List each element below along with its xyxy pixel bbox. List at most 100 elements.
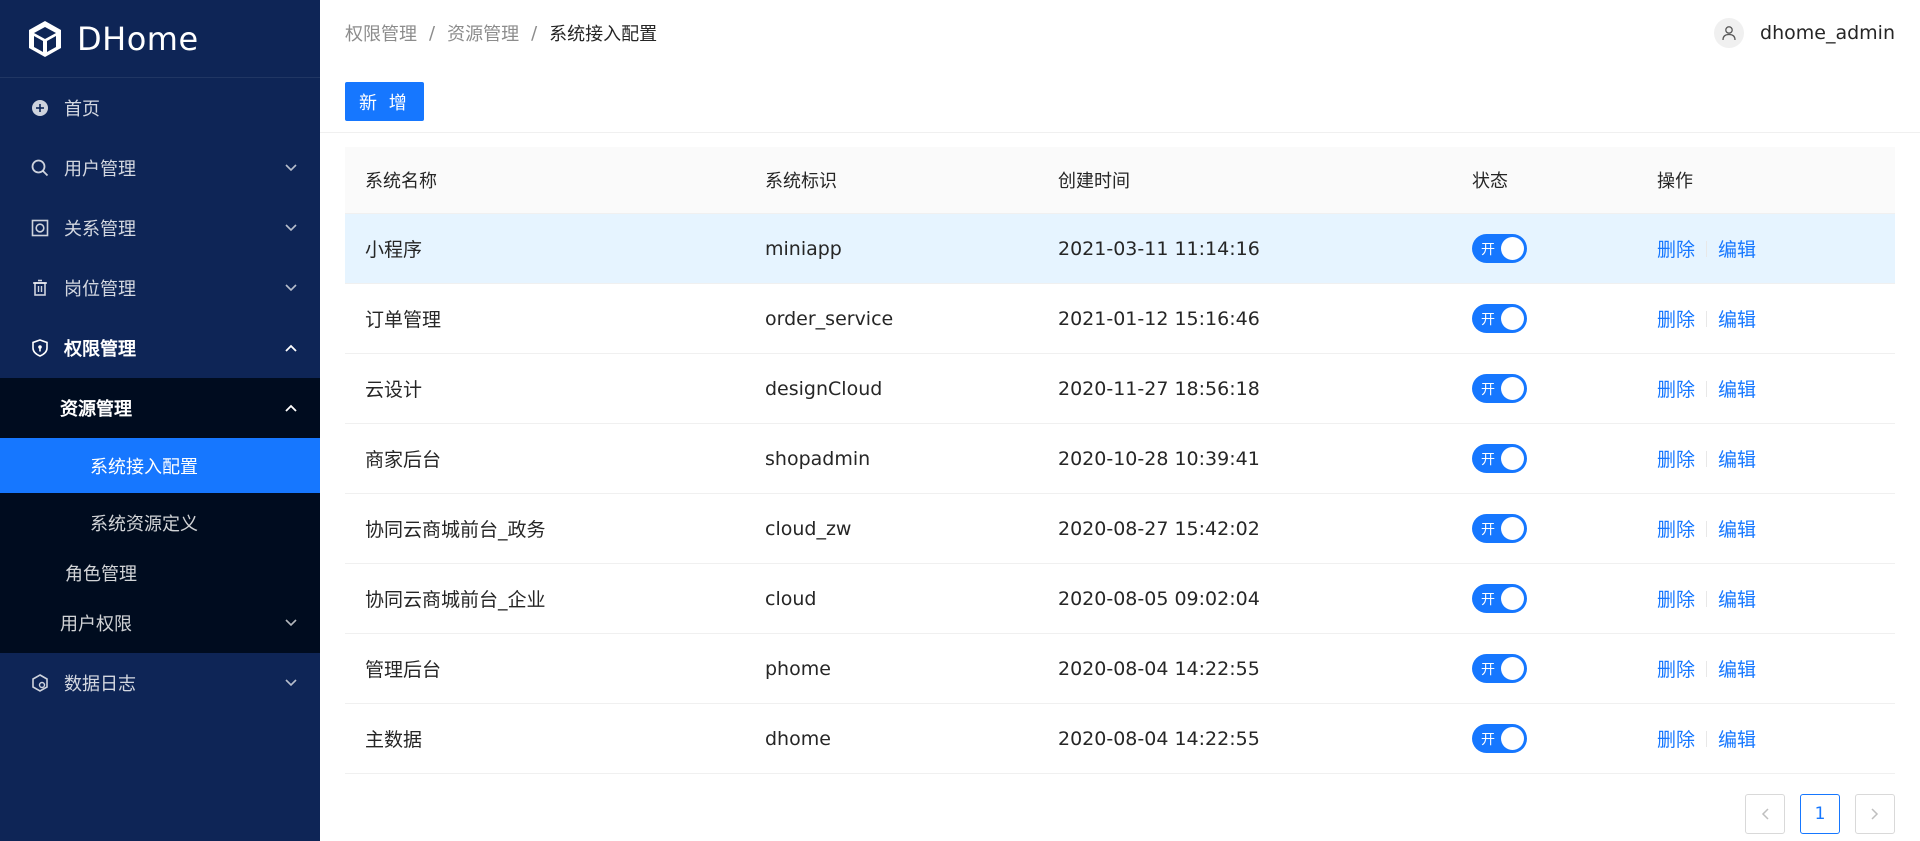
cell-operations: 删除 编辑 [1637,725,1895,752]
table-row[interactable]: 协同云商城前台_政务 cloud_zw 2020-08-27 15:42:02 开 删除… [345,494,1895,564]
table-row[interactable]: 协同云商城前台_企业 cloud 2020-08-05 09:02:04 开 删除 编辑 [345,564,1895,634]
breadcrumb-separator: / [531,22,538,44]
brand-name: DHome [77,19,199,58]
chevron-up-icon [284,401,298,415]
system-table: 系统名称 系统标识 创建时间 状态 操作 小程序 miniapp 2021-03-1… [345,147,1895,774]
sidebar: DHome 首页 用户管理 关系管理 岗位管理 权限管理 资源管理 系统接入配置… [0,0,320,841]
sidebar-item-data-log[interactable]: 数据日志 [0,653,320,713]
cell-operations: 删除 编辑 [1637,655,1895,682]
cell-created-time: 2020-11-27 18:56:18 [1058,377,1260,400]
breadcrumb-current: 系统接入配置 [549,24,658,45]
delete-link[interactable]: 删除 [1657,375,1695,402]
cell-operations: 删除 编辑 [1637,585,1895,612]
column-header-id: 系统标识 [765,171,837,192]
toolbar: 新 增 [345,82,424,121]
operation-divider [1706,450,1708,467]
delete-link[interactable]: 删除 [1657,725,1695,752]
delete-link[interactable]: 删除 [1657,515,1695,542]
edit-link[interactable]: 编辑 [1718,375,1756,402]
sidebar-item-user-permission[interactable]: 用户权限 [0,593,320,653]
sidebar-item-system-resource-definition[interactable]: 系统资源定义 [0,493,320,553]
edit-link[interactable]: 编辑 [1718,235,1756,262]
sidebar-item-post-management[interactable]: 岗位管理 [0,258,320,318]
next-page-button[interactable] [1855,794,1895,834]
status-toggle[interactable]: 开 [1472,514,1527,543]
operation-divider [1706,380,1708,397]
table-row[interactable]: 商家后台 shopadmin 2020-10-28 10:39:41 开 删除 编辑 [345,424,1895,494]
edit-link[interactable]: 编辑 [1718,655,1756,682]
cell-status: 开 [1452,444,1637,473]
status-toggle[interactable]: 开 [1472,304,1527,333]
sidebar-item-resource-management[interactable]: 资源管理 [0,378,320,438]
toggle-knob [1501,377,1524,400]
edit-link[interactable]: 编辑 [1718,305,1756,332]
delete-link[interactable]: 删除 [1657,305,1695,332]
status-toggle[interactable]: 开 [1472,584,1527,613]
chevron-down-icon [284,281,298,295]
sidebar-item-label: 系统资源定义 [90,514,198,535]
column-header-created: 创建时间 [1058,171,1130,192]
sidebar-item-relation-management[interactable]: 关系管理 [0,198,320,258]
prev-page-button[interactable] [1745,794,1785,834]
relation-icon [30,218,50,238]
cell-created-time: 2021-03-11 11:14:16 [1058,237,1260,260]
delete-link[interactable]: 删除 [1657,445,1695,472]
breadcrumb-item-permission[interactable]: 权限管理 [345,20,417,46]
table-row[interactable]: 主数据 dhome 2020-08-04 14:22:55 开 删除 编辑 [345,704,1895,774]
user-avatar-icon [1714,18,1745,48]
toggle-knob [1501,447,1524,470]
status-toggle[interactable]: 开 [1472,234,1527,263]
sidebar-item-label: 角色管理 [65,564,137,585]
cell-system-name: 商家后台 [365,449,442,471]
table-row[interactable]: 管理后台 phome 2020-08-04 14:22:55 开 删除 编辑 [345,634,1895,704]
status-toggle[interactable]: 开 [1472,724,1527,753]
sidebar-item-label: 关系管理 [64,219,136,240]
sidebar-item-permission-management[interactable]: 权限管理 [0,318,320,378]
delete-link[interactable]: 删除 [1657,585,1695,612]
delete-link[interactable]: 删除 [1657,655,1695,682]
toggle-label: 开 [1481,661,1495,678]
cell-system-name: 订单管理 [365,309,442,331]
breadcrumb: 权限管理 / 资源管理 / 系统接入配置 [345,20,657,46]
edit-link[interactable]: 编辑 [1718,585,1756,612]
edit-link[interactable]: 编辑 [1718,725,1756,752]
page-1-button[interactable]: 1 [1800,794,1840,834]
cell-created-time: 2021-01-12 15:16:46 [1058,307,1260,330]
status-toggle[interactable]: 开 [1472,444,1527,473]
brand[interactable]: DHome [0,0,320,78]
cell-operations: 删除 编辑 [1637,515,1895,542]
add-button[interactable]: 新 增 [345,82,424,121]
sidebar-item-label: 用户管理 [64,159,136,180]
sidebar-item-role-management[interactable]: 角色管理 [0,553,320,593]
cell-system-id: cloud [765,587,817,610]
status-toggle[interactable]: 开 [1472,374,1527,403]
cell-status: 开 [1452,654,1637,683]
column-header-ops: 操作 [1657,171,1693,192]
user-menu[interactable]: dhome_admin [1714,18,1895,48]
delete-link[interactable]: 删除 [1657,235,1695,262]
cell-operations: 删除 编辑 [1637,305,1895,332]
operation-divider [1706,730,1708,747]
sidebar-item-label: 用户权限 [60,614,132,635]
cell-system-name: 管理后台 [365,659,442,681]
table-row[interactable]: 小程序 miniapp 2021-03-11 11:14:16 开 删除 编辑 [345,214,1895,284]
sidebar-item-user-management[interactable]: 用户管理 [0,138,320,198]
chevron-up-icon [284,341,298,355]
toggle-label: 开 [1481,591,1495,608]
sidebar-item-home[interactable]: 首页 [0,78,320,138]
breadcrumb-item-resource[interactable]: 资源管理 [447,20,519,46]
toggle-label: 开 [1481,731,1495,748]
toggle-knob [1501,727,1524,750]
table-row[interactable]: 云设计 designCloud 2020-11-27 18:56:18 开 删除 编辑 [345,354,1895,424]
chevron-down-icon [284,676,298,690]
edit-link[interactable]: 编辑 [1718,445,1756,472]
sidebar-item-system-access-config[interactable]: 系统接入配置 [0,438,320,493]
edit-link[interactable]: 编辑 [1718,515,1756,542]
table-row[interactable]: 订单管理 order_service 2021-01-12 15:16:46 开 删除编… [345,284,1895,354]
sidebar-item-label: 数据日志 [64,674,136,695]
toggle-label: 开 [1481,451,1495,468]
permission-submenu: 资源管理 系统接入配置 系统资源定义 角色管理 用户权限 [0,378,320,653]
cell-operations: 删除 编辑 [1637,375,1895,402]
cell-system-id: shopadmin [765,447,871,470]
status-toggle[interactable]: 开 [1472,654,1527,683]
